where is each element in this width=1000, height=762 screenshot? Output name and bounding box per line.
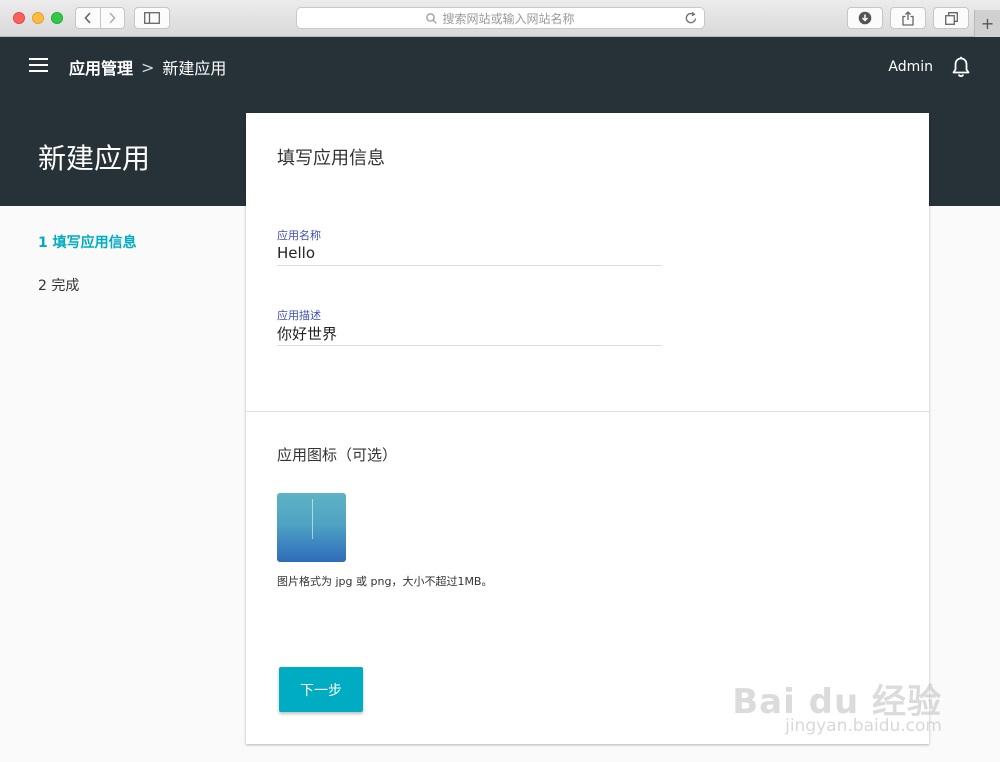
share-button[interactable] [890,7,926,29]
step-list: 1 填写应用信息 2 完成 [38,232,137,318]
app-icon-stripe [312,499,313,539]
bell-icon[interactable] [951,56,971,78]
sidebar-toggle-button[interactable] [134,7,170,29]
plus-icon: + [980,14,995,33]
app-name-field: 应用名称 [277,227,662,266]
step-complete[interactable]: 2 完成 [38,275,137,294]
step-fill-info[interactable]: 1 填写应用信息 [38,232,137,251]
window-minimize-button[interactable] [32,12,44,24]
tabs-overview-button[interactable] [933,7,969,29]
menu-icon[interactable] [29,58,48,73]
share-icon [902,10,914,26]
download-icon [858,11,872,25]
new-tab-button[interactable]: + [974,10,1000,37]
chevron-left-icon [84,12,91,24]
breadcrumb-separator: > [141,57,155,77]
forward-button[interactable] [99,8,125,28]
breadcrumb-root[interactable]: 应用管理 [69,55,133,79]
icon-format-hint: 图片格式为 jpg 或 png，大小不超过1MB。 [277,575,493,588]
breadcrumb-current: 新建应用 [162,59,227,78]
form-card: 填写应用信息 应用名称 应用描述 应用图标（可选） 图片格式为 jpg 或 pn… [246,113,929,744]
app-icon-logo [291,541,333,549]
icon-section-title: 应用图标（可选） [277,446,398,464]
user-name[interactable]: Admin [888,59,933,75]
next-step-button[interactable]: 下一步 [279,667,363,712]
sidebar-icon [144,12,160,24]
chevron-right-icon [109,12,116,24]
window-close-button[interactable] [13,12,25,24]
app-desc-label: 应用描述 [277,309,321,322]
form-title: 填写应用信息 [277,148,385,169]
window-zoom-button[interactable] [51,12,63,24]
section-divider [246,411,929,412]
breadcrumb: 应用管理 > 新建应用 [69,55,226,79]
downloads-button[interactable] [847,7,883,29]
address-bar[interactable]: 搜索网站或输入网站名称 [296,7,705,29]
app-desc-field: 应用描述 [277,307,662,346]
reload-icon[interactable] [684,10,698,26]
app-desc-input[interactable] [277,321,662,345]
app-icon-upload[interactable] [277,493,346,562]
history-nav [75,7,125,29]
browser-chrome: 搜索网站或输入网站名称 + [0,0,1000,37]
app-name-label: 应用名称 [277,229,321,242]
back-button[interactable] [76,8,100,28]
watermark-url: jingyan.baidu.com [785,716,942,736]
top-bar: 应用管理 > 新建应用 Admin [0,37,1000,97]
search-icon [426,12,438,24]
app-name-input[interactable] [277,241,662,265]
address-placeholder: 搜索网站或输入网站名称 [442,11,575,26]
tabs-icon [944,11,958,25]
page-title: 新建应用 [38,142,151,175]
